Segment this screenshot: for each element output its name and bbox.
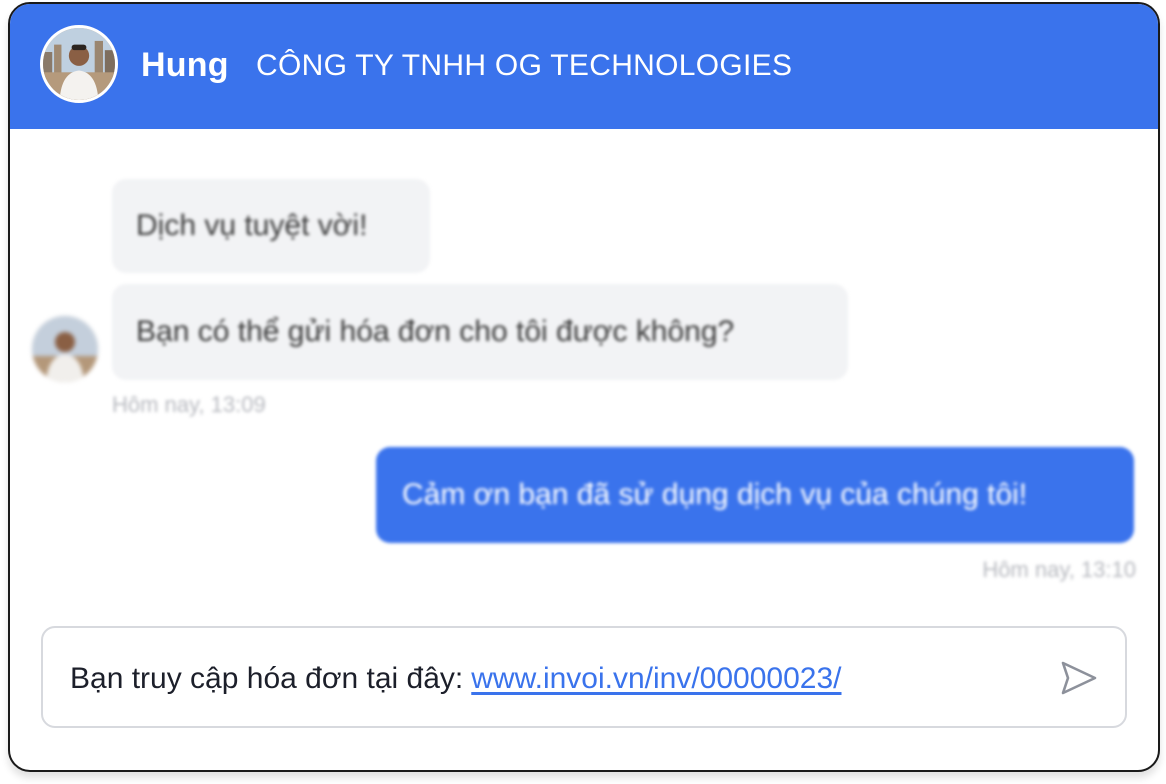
sender-avatar: [32, 316, 98, 382]
invoice-link[interactable]: www.invoi.vn/inv/00000023/: [471, 662, 841, 695]
send-button[interactable]: [1057, 656, 1101, 700]
chat-window: Hung CÔNG TY TNHH OG TECHNOLOGIES Dịch v…: [8, 2, 1160, 772]
incoming-message: Dịch vụ tuyệt vời!: [112, 179, 430, 273]
message-composer[interactable]: Bạn truy cập hóa đơn tại đây: www.invoi.v…: [41, 626, 1127, 728]
send-icon: [1061, 661, 1097, 695]
message-text: Cảm ơn bạn đã sử dụng dịch vụ của chúng …: [402, 478, 1028, 511]
avatar-photo-icon: [32, 316, 98, 382]
message-timestamp: Hôm nay, 13:10: [982, 557, 1136, 582]
contact-name: Hung: [141, 46, 229, 84]
chat-header: Hung CÔNG TY TNHH OG TECHNOLOGIES: [10, 4, 1158, 129]
company-name: CÔNG TY TNHH OG TECHNOLOGIES: [256, 49, 793, 82]
composer-text: Bạn truy cập hóa đơn tại đây:: [70, 662, 464, 695]
avatar-photo-icon: [43, 28, 115, 100]
message-text: Dịch vụ tuyệt vời!: [136, 209, 368, 242]
incoming-message: Bạn có thể gửi hóa đơn cho tôi được khôn…: [112, 284, 848, 380]
message-text: Bạn có thể gửi hóa đơn cho tôi được khôn…: [136, 315, 735, 348]
message-list: Dịch vụ tuyệt vời! Bạn có thể gửi hóa đơ…: [10, 129, 1158, 619]
composer-input[interactable]: Bạn truy cập hóa đơn tại đây: www.invoi.v…: [70, 662, 842, 696]
message-timestamp: Hôm nay, 13:09: [112, 392, 266, 417]
contact-avatar[interactable]: [40, 25, 118, 103]
outgoing-message: Cảm ơn bạn đã sử dụng dịch vụ của chúng …: [376, 447, 1134, 543]
